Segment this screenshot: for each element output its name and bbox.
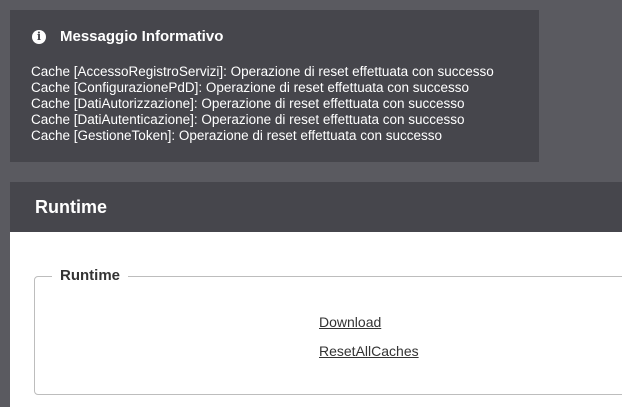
info-message-line: Cache [AccessoRegistroServizi]: Operazio… — [31, 64, 494, 79]
info-message-line: Cache [GestioneToken]: Operazione di res… — [31, 128, 442, 143]
runtime-panel-header: Runtime — [10, 182, 622, 232]
info-icon: i — [32, 29, 46, 44]
runtime-panel: Runtime Runtime Download ResetAllCaches — [10, 182, 622, 407]
info-message-box: i Messaggio Informativo Cache [AccessoRe… — [10, 10, 539, 162]
reset-all-caches-link[interactable]: ResetAllCaches — [319, 343, 419, 359]
info-message-line: Cache [DatiAutorizzazione]: Operazione d… — [31, 96, 465, 111]
panel-title: Runtime — [35, 196, 107, 217]
info-message-title: Messaggio Informativo — [60, 28, 224, 45]
fieldset-legend: Runtime — [52, 267, 128, 284]
info-message-header: i Messaggio Informativo — [32, 28, 223, 45]
runtime-fieldset: Runtime Download ResetAllCaches — [34, 267, 622, 395]
info-message-line: Cache [ConfigurazionePdD]: Operazione di… — [31, 80, 470, 95]
download-link[interactable]: Download — [319, 314, 381, 330]
info-message-lines: Cache [AccessoRegistroServizi]: Operazio… — [31, 64, 494, 144]
info-message-line: Cache [DatiAutenticazione]: Operazione d… — [31, 112, 465, 127]
